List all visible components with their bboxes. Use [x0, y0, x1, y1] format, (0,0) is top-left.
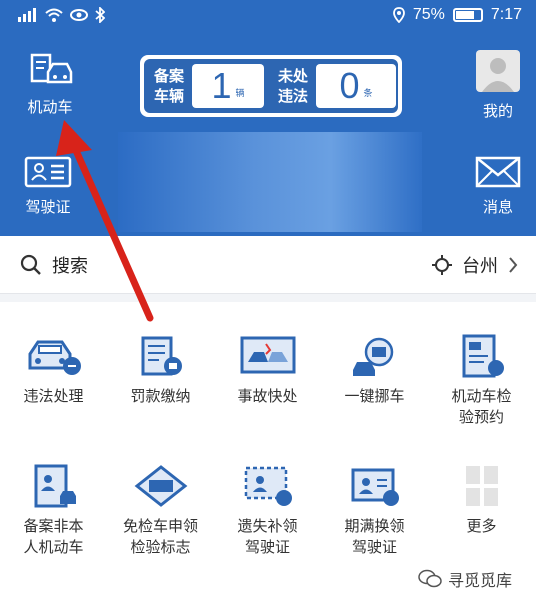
- location-icon: [392, 7, 405, 23]
- chevron-right-icon: [509, 257, 518, 273]
- service-more[interactable]: 更多: [428, 464, 535, 537]
- service-exempt-inspection-label[interactable]: 免检车申领 检验标志: [107, 464, 214, 558]
- header: 75% 7:17 机动车 驾驶证 备案 车辆 1 辆 未处 违法 0 条 我的 …: [0, 0, 536, 236]
- service-replace-lost-license[interactable]: 遗失补领 驾驶证: [214, 464, 321, 558]
- license-label: 驾驶证: [25, 198, 71, 216]
- eye-icon: [70, 9, 88, 21]
- search-bar[interactable]: 搜索 台州: [0, 236, 536, 294]
- services-grid: 违法处理 罚款缴纳 事故快处 一键挪车 机动车检 验预约 备案非本 人机动车 免…: [0, 302, 536, 610]
- license-icon: [24, 156, 72, 188]
- search-icon: [20, 254, 41, 275]
- city-label: 台州: [462, 256, 498, 277]
- service-label: 机动车检: [451, 387, 512, 405]
- messages-button[interactable]: 消息: [470, 156, 526, 217]
- avatar-icon: [476, 50, 520, 92]
- accident-icon: [240, 336, 295, 374]
- service-move-car[interactable]: 一键挪车: [321, 334, 428, 407]
- wifi-icon: [45, 8, 63, 22]
- vehicle-doc-icon: [30, 53, 73, 84]
- inspection-doc-icon: [462, 334, 504, 378]
- watermark-text: 寻觅觅库: [447, 571, 512, 590]
- service-label: 期满换领: [344, 517, 405, 535]
- service-renew-license[interactable]: 期满换领 驾驶证: [321, 464, 428, 558]
- service-label: 遗失补领: [237, 517, 298, 535]
- profile-button[interactable]: 我的: [470, 50, 526, 121]
- city-selector[interactable]: 台州: [432, 252, 518, 278]
- service-label-2: 检验标志: [130, 538, 191, 556]
- service-label: 免检车申领: [122, 517, 198, 535]
- service-label-2: 验预约: [458, 408, 504, 426]
- service-label-2: 驾驶证: [244, 538, 290, 556]
- registered-label: 备案 车辆: [153, 67, 184, 105]
- service-label: 事故快处: [237, 387, 298, 405]
- bluetooth-icon: [95, 7, 105, 23]
- more-grid-icon: [465, 466, 498, 506]
- crosshair-icon: [432, 255, 452, 275]
- service-fine-payment[interactable]: 罚款缴纳: [107, 334, 214, 407]
- car-ticket-icon: [28, 340, 81, 375]
- battery-percent: 75%: [412, 6, 445, 23]
- banner-image[interactable]: [118, 132, 422, 232]
- renew-license-icon: [351, 468, 399, 506]
- service-label: 违法处理: [23, 387, 84, 405]
- person-doc-icon: [34, 464, 76, 508]
- service-label: 更多: [466, 517, 497, 535]
- watermark: 寻觅觅库: [418, 567, 512, 591]
- vehicle-label: 机动车: [27, 98, 73, 116]
- signal-icon: [18, 8, 36, 22]
- wechat-icon: [418, 569, 442, 588]
- status-bar: 75% 7:17: [0, 0, 536, 32]
- license-button[interactable]: 驾驶证: [16, 156, 80, 217]
- service-inspection-booking[interactable]: 机动车检 验预约: [428, 334, 535, 428]
- service-label: 一键挪车: [344, 387, 405, 405]
- messages-label: 消息: [482, 198, 513, 216]
- stats-panel[interactable]: 备案 车辆 1 辆 未处 违法 0 条: [140, 55, 402, 117]
- violations-count[interactable]: 0 条: [316, 64, 396, 108]
- profile-label: 我的: [482, 102, 513, 120]
- search-label: 搜索: [52, 256, 88, 277]
- battery-icon: [452, 8, 483, 22]
- vehicle-button[interactable]: 机动车: [18, 52, 82, 117]
- document-pay-icon: [141, 336, 182, 376]
- lost-license-icon: [244, 466, 292, 506]
- envelope-icon: [475, 156, 521, 188]
- registered-count[interactable]: 1 辆: [192, 64, 264, 108]
- service-label-2: 人机动车: [23, 538, 84, 556]
- clock: 7:17: [490, 6, 522, 23]
- service-violation-handling[interactable]: 违法处理: [0, 334, 107, 407]
- exempt-badge-icon: [134, 465, 187, 507]
- service-accident-quick[interactable]: 事故快处: [214, 334, 321, 407]
- move-car-icon: [352, 337, 393, 376]
- search-button[interactable]: 搜索: [20, 252, 88, 278]
- service-label: 备案非本: [23, 517, 84, 535]
- service-label: 罚款缴纳: [130, 387, 191, 405]
- service-label-2: 驾驶证: [351, 538, 397, 556]
- service-register-non-own-vehicle[interactable]: 备案非本 人机动车: [0, 464, 107, 558]
- violations-label: 未处 违法: [277, 67, 308, 105]
